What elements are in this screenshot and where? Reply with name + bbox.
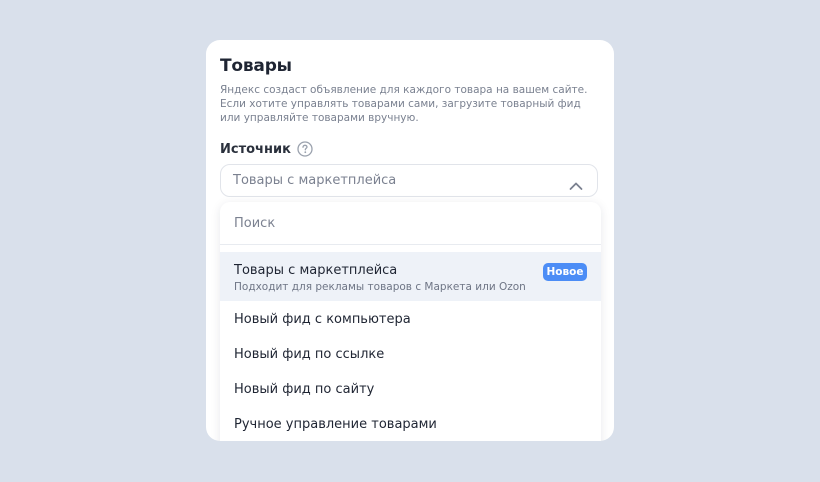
chevron-up-icon bbox=[569, 176, 583, 190]
source-label-row: Источник bbox=[220, 141, 313, 157]
dropdown-search-input[interactable] bbox=[220, 202, 601, 245]
option-label: Новый фид по ссылке bbox=[234, 347, 385, 362]
dropdown-option-manual[interactable]: Ручное управление товарами bbox=[220, 407, 601, 441]
option-label: Ручное управление товарами bbox=[234, 417, 437, 432]
source-dropdown: Товары с маркетплейса Подходит для рекла… bbox=[220, 202, 601, 441]
source-label: Источник bbox=[220, 141, 291, 157]
card-title: Товары bbox=[220, 56, 292, 76]
option-label: Новый фид с компьютера bbox=[234, 312, 411, 327]
dropdown-option-feed-site[interactable]: Новый фид по сайту bbox=[220, 372, 601, 407]
dropdown-option-feed-link[interactable]: Новый фид по ссылке bbox=[220, 337, 601, 372]
dropdown-option-feed-computer[interactable]: Новый фид с компьютера bbox=[220, 302, 601, 337]
question-circle-icon[interactable] bbox=[297, 141, 313, 157]
source-select-value: Товары с маркетплейса bbox=[233, 173, 397, 188]
option-label: Новый фид по сайту bbox=[234, 382, 375, 397]
source-select[interactable]: Товары с маркетплейса bbox=[220, 164, 598, 197]
dropdown-option-marketplace[interactable]: Товары с маркетплейса Подходит для рекла… bbox=[220, 252, 601, 301]
option-sublabel: Подходит для рекламы товаров с Маркета и… bbox=[234, 281, 526, 293]
option-label: Товары с маркетплейса bbox=[234, 263, 398, 278]
card-description: Яндекс создаст объявление для каждого то… bbox=[220, 84, 588, 124]
products-card: Товары Яндекс создаст объявление для каж… bbox=[206, 40, 614, 441]
new-badge: Новое bbox=[543, 263, 587, 281]
